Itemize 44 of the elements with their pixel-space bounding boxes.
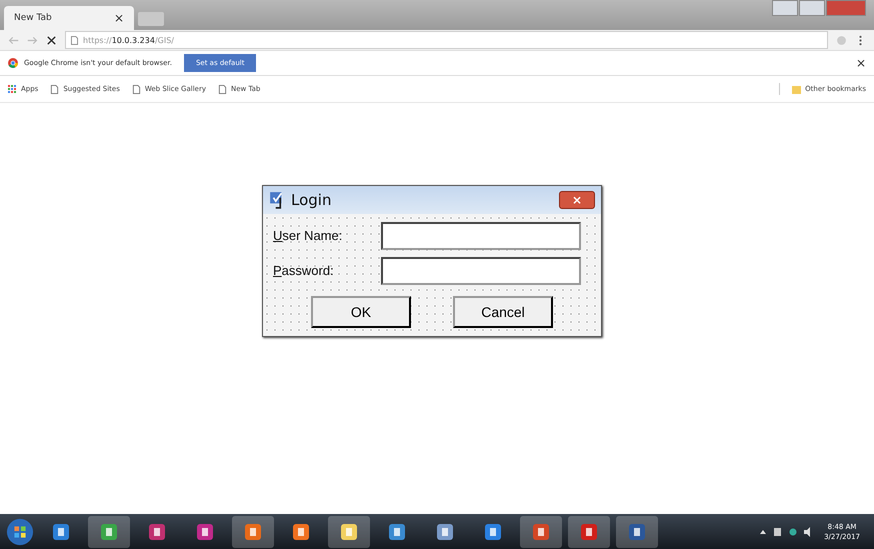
dialog-button[interactable]: Cancel: [453, 296, 553, 328]
page-icon: [218, 84, 227, 94]
close-infobar-button[interactable]: ×: [856, 56, 866, 70]
taskbar-button[interactable]: [616, 516, 658, 548]
minimize-button[interactable]: [772, 0, 798, 16]
app-icon: [195, 522, 215, 542]
taskbar-button[interactable]: [328, 516, 370, 548]
app-icon: [291, 522, 311, 542]
chrome-logo-icon: [8, 58, 18, 68]
app-icon: [579, 522, 599, 542]
app-icon: [531, 522, 551, 542]
browser-tab[interactable]: New Tab ×: [4, 6, 134, 30]
dialog-button[interactable]: OK: [311, 296, 411, 328]
input-field[interactable]: [381, 256, 581, 284]
url-text: https://10.0.3.234/GIS/: [83, 36, 174, 44]
app-icon: [147, 522, 167, 542]
app-icon: [435, 522, 455, 542]
input-field[interactable]: [381, 222, 581, 250]
app-icon: [387, 522, 407, 542]
start-button[interactable]: [6, 518, 34, 546]
close-tab-button[interactable]: ×: [114, 11, 124, 25]
taskbar-button[interactable]: [520, 516, 562, 548]
app-icon: [339, 522, 359, 542]
taskbar-button[interactable]: [568, 516, 610, 548]
field-label: Password:: [273, 263, 335, 278]
stop-icon[interactable]: [46, 34, 57, 46]
app-icon: [243, 522, 263, 542]
taskbar-button[interactable]: [232, 516, 274, 548]
apps-grid-icon: [8, 84, 17, 94]
app-icon: [51, 522, 71, 542]
page-icon: [50, 84, 60, 94]
address-bar[interactable]: https://10.0.3.234/GIS/: [65, 31, 828, 49]
app-icon: [627, 522, 647, 542]
page-icon: [132, 84, 141, 94]
dialog-title: Login: [291, 191, 332, 209]
maximize-button[interactable]: [799, 0, 825, 16]
tab-title: New Tab: [14, 13, 52, 23]
field-label: User Name:: [273, 228, 344, 243]
close-button[interactable]: ×: [559, 191, 595, 209]
taskbar-button[interactable]: [88, 516, 130, 548]
folder-icon: [792, 84, 802, 94]
app-icon: [483, 522, 503, 542]
page-icon: [71, 36, 78, 44]
app-icon: [99, 522, 119, 542]
